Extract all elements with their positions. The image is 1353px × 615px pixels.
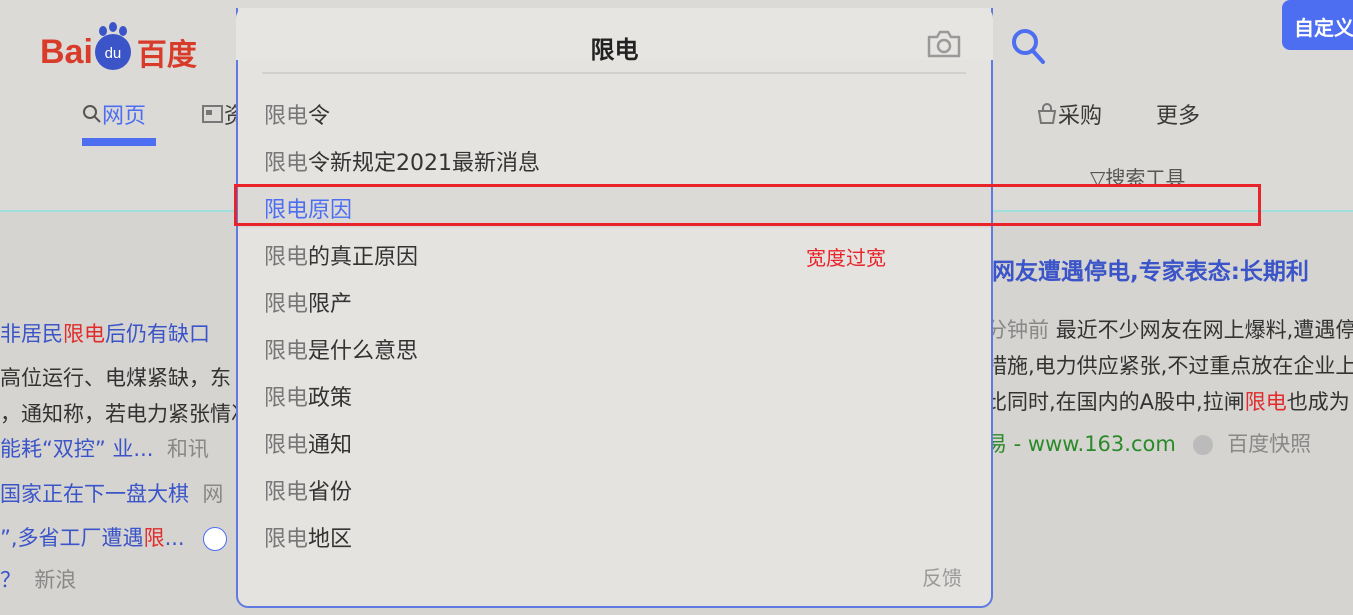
source-url[interactable]: 易 - www.163.com	[986, 432, 1176, 456]
result-source: 易 - www.163.com 百度快照	[986, 428, 1311, 458]
annotation-highlight-box	[234, 184, 1261, 226]
result-snippet: ，通知称，若电力紧张情况	[0, 402, 252, 426]
search-icon[interactable]	[1010, 26, 1046, 66]
result-related: 国家正在下一盘大棋 网	[0, 482, 224, 506]
suggestion-item[interactable]: 限电地区	[264, 521, 352, 553]
result-snippet: 比同时,在国内的A股中,拉闸限电也成为	[986, 390, 1350, 414]
suggestion-item[interactable]: 限电政策	[264, 380, 352, 412]
result-snippet: 高位运行、电煤紧缺，东	[0, 366, 231, 390]
result-snippet: 分钟前 最近不少网友在网上爆料,遭遇停	[986, 318, 1353, 342]
active-tab-indicator	[82, 138, 156, 146]
chevron-down-icon[interactable]	[1192, 435, 1213, 455]
baidu-logo[interactable]: Bai du 百度	[40, 26, 197, 74]
result-title[interactable]: 网友遭遇停电,专家表态:长期利	[992, 252, 1309, 286]
search-icon	[83, 105, 101, 123]
result-related: 能耗“双控” 业... 和讯	[0, 437, 209, 461]
tab-shopping-label: 采购	[1058, 104, 1103, 129]
suggestion-item[interactable]: 限电省份	[264, 474, 352, 506]
custom-settings-button[interactable]: 自定义	[1282, 0, 1353, 50]
suggestion-item[interactable]: 限电令新规定2021最新消息	[264, 145, 540, 177]
result-related: ？ 新浪	[0, 568, 77, 592]
shopping-bag-icon	[1037, 103, 1057, 124]
paw-icon: du	[94, 26, 131, 70]
tab-web[interactable]: 网页	[82, 98, 146, 130]
suggestion-item[interactable]: 限电通知	[264, 427, 352, 459]
news-icon	[202, 105, 223, 123]
result-related[interactable]: ”,多省工厂遭遇限...	[0, 522, 228, 552]
snapshot-link[interactable]: 百度快照	[1227, 432, 1311, 456]
verified-icon	[203, 527, 228, 551]
logo-cn: 百度	[136, 38, 197, 73]
suggestion-item[interactable]: 限电是什么意思	[264, 333, 418, 365]
tab-shopping[interactable]: 采购	[1036, 98, 1102, 130]
result-title[interactable]: 非居民限电后仍有缺口	[0, 318, 210, 348]
feedback-link[interactable]: 反馈	[922, 562, 962, 591]
search-input[interactable]: 限电	[236, 30, 993, 65]
result-snippet: 措施,电力供应紧张,不过重点放在企业上	[986, 354, 1353, 378]
suggestion-item[interactable]: 限电的真正原因	[264, 239, 418, 271]
suggestion-item[interactable]: 限电限产	[264, 286, 352, 318]
related-link[interactable]: 能耗“双控” 业...	[0, 437, 153, 461]
tab-more[interactable]: 更多	[1156, 98, 1200, 130]
annotation-label: 宽度过宽	[806, 246, 886, 270]
suggestion-item[interactable]: 限电令	[264, 98, 330, 130]
tab-web-label: 网页	[102, 104, 147, 129]
camera-icon[interactable]	[926, 28, 962, 60]
related-link[interactable]: 国家正在下一盘大棋	[0, 482, 189, 506]
dropdown-divider	[262, 72, 966, 74]
logo-latin: Bai	[40, 32, 93, 71]
